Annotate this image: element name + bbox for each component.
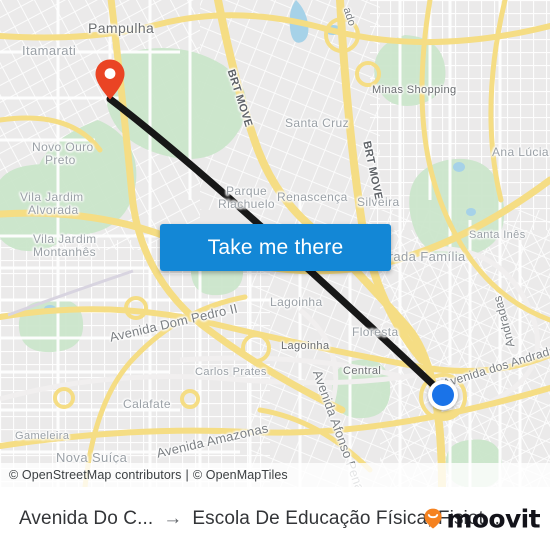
attribution-osm[interactable]: © OpenStreetMap contributors <box>9 468 182 482</box>
origin-pin-icon[interactable] <box>94 58 126 101</box>
attribution-openmaptiles[interactable]: © OpenMapTiles <box>193 468 288 482</box>
moovit-wordmark: moovit <box>446 504 540 533</box>
route-origin[interactable]: Avenida Do C... <box>19 508 153 530</box>
moovit-logo[interactable]: moovit <box>422 504 541 533</box>
attribution-separator: | <box>185 468 189 482</box>
moovit-map-screen: Pampulha Itamarati Novo Ouro Preto Vila … <box>0 0 550 550</box>
moovit-pin-icon <box>422 508 444 530</box>
take-me-there-button[interactable]: Take me there <box>160 224 391 271</box>
destination-dot-icon[interactable] <box>428 380 458 410</box>
map-canvas[interactable]: Pampulha Itamarati Novo Ouro Preto Vila … <box>0 0 550 487</box>
destination-dot-core <box>432 384 454 406</box>
arrow-right-icon: → <box>163 508 183 529</box>
route-footer: Avenida Do C... → Escola De Educação Fís… <box>0 487 550 550</box>
map-attribution: © OpenStreetMap contributors | © OpenMap… <box>0 463 550 487</box>
